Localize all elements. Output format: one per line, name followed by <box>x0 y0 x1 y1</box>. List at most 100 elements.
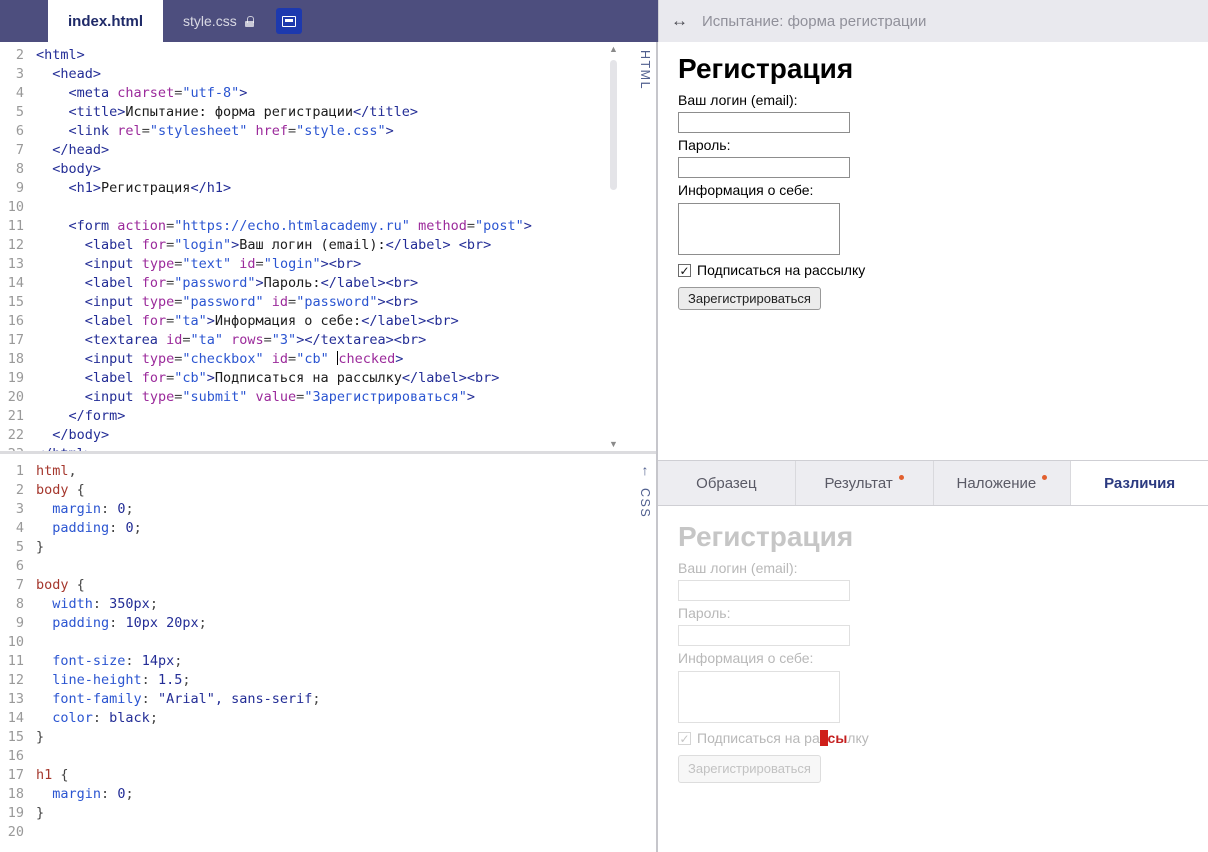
preview-subscribe-checkbox[interactable]: ✓ <box>678 264 691 277</box>
line-text[interactable]: } <box>36 538 44 557</box>
code-line[interactable]: 9 <h1>Регистрация</h1> <box>0 179 656 198</box>
line-text[interactable]: <textarea id="ta" rows="3"></textarea><b… <box>36 331 426 350</box>
code-line[interactable]: 21 </form> <box>0 407 656 426</box>
code-line[interactable]: 5 <title>Испытание: форма регистрации</t… <box>0 103 656 122</box>
code-line[interactable]: 12 line-height: 1.5; <box>0 671 656 690</box>
code-line[interactable]: 16 <box>0 747 656 766</box>
code-line[interactable]: 15 <input type="password" id="password">… <box>0 293 656 312</box>
code-line[interactable]: 4 <meta charset="utf-8"> <box>0 84 656 103</box>
line-text[interactable]: body { <box>36 576 85 595</box>
html-editor-scrollbar[interactable]: ▲ ▼ <box>608 44 620 449</box>
code-line[interactable]: 20 <input type="submit" value="Зарегистр… <box>0 388 656 407</box>
tab-overlay[interactable]: Наложение <box>932 461 1071 505</box>
code-line[interactable]: 11 <form action="https://echo.htmlacadem… <box>0 217 656 236</box>
line-text[interactable]: <meta charset="utf-8"> <box>36 84 248 103</box>
tab-style-css[interactable]: style.css <box>163 0 274 42</box>
code-line[interactable]: 14 <label for="password">Пароль:</label>… <box>0 274 656 293</box>
code-line[interactable]: 8 width: 350px; <box>0 595 656 614</box>
line-text[interactable]: <label for="cb">Подписаться на рассылку<… <box>36 369 500 388</box>
line-text[interactable]: <input type="password" id="password"><br… <box>36 293 418 312</box>
code-line[interactable]: 5} <box>0 538 656 557</box>
line-text[interactable]: <head> <box>36 65 101 84</box>
html-code[interactable]: 2 <html> 3 <head> 4 <meta charset="utf-8"> 5… <box>0 42 656 451</box>
scroll-up-icon[interactable]: ▲ <box>609 44 618 54</box>
code-line[interactable]: 4 padding: 0; <box>0 519 656 538</box>
code-line[interactable]: 1 html, <box>0 462 656 481</box>
line-text[interactable]: padding: 10px 20px; <box>36 614 206 633</box>
code-line[interactable]: 23 </html> <box>0 445 656 451</box>
code-line[interactable]: 3 margin: 0; <box>0 500 656 519</box>
line-text[interactable]: <link rel="stylesheet" href="style.css"> <box>36 122 394 141</box>
line-text[interactable]: width: 350px; <box>36 595 158 614</box>
line-text[interactable]: <label for="login">Ваш логин (email):</l… <box>36 236 492 255</box>
code-line[interactable]: 2 <html> <box>0 46 656 65</box>
code-line[interactable]: 17 <textarea id="ta" rows="3"></textarea… <box>0 331 656 350</box>
line-text[interactable]: </form> <box>36 407 126 426</box>
resize-handle-icon[interactable]: ↔ <box>671 11 688 31</box>
code-line[interactable]: 6 <link rel="stylesheet" href="style.css… <box>0 122 656 141</box>
html-editor[interactable]: 2 <html> 3 <head> 4 <meta charset="utf-8"> 5… <box>0 42 656 454</box>
code-line[interactable]: 10 <box>0 633 656 652</box>
line-text[interactable]: margin: 0; <box>36 785 133 804</box>
code-line[interactable]: 13 <input type="text" id="login"><br> <box>0 255 656 274</box>
preview-password-input[interactable] <box>678 157 850 178</box>
code-line[interactable]: 10 <box>0 198 656 217</box>
line-text[interactable]: </head> <box>36 141 109 160</box>
line-text[interactable]: <html> <box>36 46 85 65</box>
line-text[interactable]: <h1>Регистрация</h1> <box>36 179 232 198</box>
css-editor[interactable]: 1 html, 2 body {3 margin: 0; 4 padding: 0; 5}… <box>0 454 656 852</box>
line-text[interactable]: </html> <box>36 445 93 451</box>
code-line[interactable]: 18 <input type="checkbox" id="cb" checke… <box>0 350 656 369</box>
line-text[interactable]: } <box>36 804 44 823</box>
line-text[interactable]: <input type="submit" value="Зарегистриро… <box>36 388 475 407</box>
line-text[interactable]: <input type="text" id="login"><br> <box>36 255 361 274</box>
scroll-down-icon[interactable]: ▼ <box>609 439 618 449</box>
tab-index-html[interactable]: index.html <box>48 0 164 42</box>
code-line[interactable]: 19} <box>0 804 656 823</box>
code-line[interactable]: 20 <box>0 823 656 842</box>
code-line[interactable]: 19 <label for="cb">Подписаться на рассыл… <box>0 369 656 388</box>
line-text[interactable]: color: black; <box>36 709 158 728</box>
line-text[interactable]: body { <box>36 481 85 500</box>
tab-differences[interactable]: Различия <box>1070 461 1208 505</box>
panel-arrow-icon[interactable]: ↑ <box>642 462 649 478</box>
line-text[interactable]: </body> <box>36 426 109 445</box>
line-text[interactable]: } <box>36 728 44 747</box>
code-line[interactable]: 22 </body> <box>0 426 656 445</box>
code-line[interactable]: 11 font-size: 14px; <box>0 652 656 671</box>
scrollbar-thumb[interactable] <box>610 60 617 190</box>
code-line[interactable]: 15} <box>0 728 656 747</box>
preview-submit-button[interactable]: Зарегистрироваться <box>678 287 821 310</box>
code-line[interactable]: 9 padding: 10px 20px; <box>0 614 656 633</box>
line-text[interactable]: <title>Испытание: форма регистрации</tit… <box>36 103 419 122</box>
code-line[interactable]: 18 margin: 0; <box>0 785 656 804</box>
code-line[interactable]: 2 body { <box>0 481 656 500</box>
line-text[interactable]: padding: 0; <box>36 519 141 538</box>
line-text[interactable]: line-height: 1.5; <box>36 671 190 690</box>
line-text[interactable]: <label for="password">Пароль:</label><br… <box>36 274 418 293</box>
tab-result[interactable]: Результат <box>794 461 933 505</box>
code-line[interactable]: 8 <body> <box>0 160 656 179</box>
line-text[interactable]: margin: 0; <box>36 500 133 519</box>
tab-sample[interactable]: Образец <box>658 461 795 505</box>
line-text[interactable]: <body> <box>36 160 101 179</box>
preview-login-input[interactable] <box>678 112 850 133</box>
line-text[interactable]: h1 { <box>36 766 69 785</box>
code-line[interactable]: 6 <box>0 557 656 576</box>
line-text[interactable]: <input type="checkbox" id="cb" checked> <box>36 350 403 369</box>
code-line[interactable]: 14 color: black; <box>0 709 656 728</box>
code-line[interactable]: 7 </head> <box>0 141 656 160</box>
code-line[interactable]: 12 <label for="login">Ваш логин (email):… <box>0 236 656 255</box>
line-text[interactable]: font-size: 14px; <box>36 652 182 671</box>
code-line[interactable]: 16 <label for="ta">Информация о себе:</l… <box>0 312 656 331</box>
line-text[interactable]: html, <box>36 462 77 481</box>
css-code[interactable]: 1 html, 2 body {3 margin: 0; 4 padding: 0; 5}… <box>0 454 656 842</box>
line-text[interactable]: <form action="https://echo.htmlacademy.r… <box>36 217 532 236</box>
line-text[interactable]: <label for="ta">Информация о себе:</labe… <box>36 312 459 331</box>
keyboard-toggle-button[interactable] <box>275 8 302 34</box>
code-line[interactable]: 17 h1 { <box>0 766 656 785</box>
code-line[interactable]: 3 <head> <box>0 65 656 84</box>
line-text[interactable]: font-family: "Arial", sans-serif; <box>36 690 320 709</box>
code-line[interactable]: 7 body { <box>0 576 656 595</box>
preview-info-textarea[interactable] <box>678 203 840 255</box>
